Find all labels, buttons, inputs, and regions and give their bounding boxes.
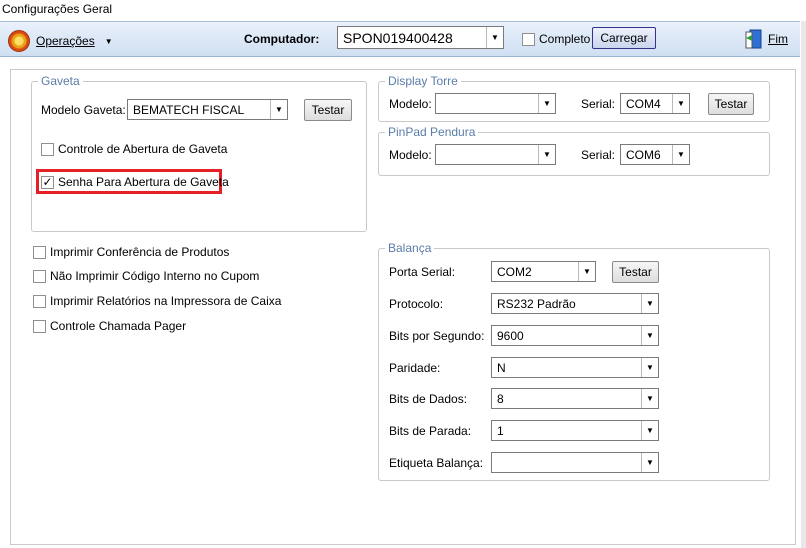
porta-serial-label: Porta Serial: <box>389 265 456 279</box>
balanca-testar-label: Testar <box>619 265 652 279</box>
option-checkbox[interactable] <box>33 269 46 283</box>
completo-checkbox[interactable]: Completo <box>522 32 590 46</box>
computador-label: Computador: <box>244 32 320 46</box>
pinpad-modelo-select[interactable]: ▼ <box>435 144 556 165</box>
modelo-gaveta-select[interactable]: BEMATECH FISCAL ▼ <box>127 99 288 120</box>
pinpad-serial-select[interactable]: COM6 ▼ <box>620 144 690 165</box>
window-title: Configurações Geral <box>2 2 113 16</box>
chevron-down-icon: ▼ <box>104 36 113 46</box>
chevron-down-icon[interactable]: ▼ <box>538 145 555 164</box>
etiqueta-select[interactable]: ▼ <box>491 452 659 473</box>
chevron-down-icon[interactable]: ▼ <box>641 326 658 345</box>
chevron-down-icon[interactable]: ▼ <box>270 100 287 119</box>
balanca-testar-button[interactable]: Testar <box>612 261 659 283</box>
gear-icon <box>8 30 30 52</box>
option-nao-imprimir-codigo[interactable]: Não Imprimir Código Interno no Cupom <box>33 269 259 283</box>
fim-button[interactable]: Fim <box>744 28 788 50</box>
etiqueta-label: Etiqueta Balança: <box>389 456 484 470</box>
option-imprimir-relatorios[interactable]: Imprimir Relatórios na Impressora de Cai… <box>33 294 281 308</box>
option-checkbox[interactable] <box>33 294 46 308</box>
bits-dados-value: 8 <box>497 391 504 406</box>
senha-abertura-box[interactable]: ✓ <box>41 175 54 189</box>
paridade-select[interactable]: N ▼ <box>491 357 659 378</box>
chevron-down-icon[interactable]: ▼ <box>672 145 689 164</box>
display-testar-button[interactable]: Testar <box>708 93 754 115</box>
option-label: Imprimir Relatórios na Impressora de Cai… <box>50 294 282 308</box>
protocolo-label: Protocolo: <box>389 297 444 311</box>
display-serial-label: Serial: <box>581 97 616 111</box>
carregar-label: Carregar <box>600 31 648 45</box>
balanca-legend: Balança <box>385 241 435 255</box>
pinpad-legend: PinPad Pendura <box>385 125 479 139</box>
toolbar: Operações ▼ Computador: SPON019400428 ▼ … <box>0 21 800 57</box>
bits-parada-label: Bits de Parada: <box>389 424 472 438</box>
computador-value: SPON019400428 <box>343 29 453 46</box>
pinpad-serial-value: COM6 <box>626 147 661 162</box>
computador-select[interactable]: SPON019400428 ▼ <box>337 26 504 49</box>
gaveta-group: Gaveta Modelo Gaveta: BEMATECH FISCAL ▼ … <box>31 74 367 232</box>
bits-segundo-select[interactable]: 9600 ▼ <box>491 325 659 346</box>
balanca-group: Balança Porta Serial: COM2 ▼ Testar Prot… <box>378 241 770 481</box>
gaveta-testar-button[interactable]: Testar <box>304 99 352 121</box>
option-imprimir-conferencia[interactable]: Imprimir Conferência de Produtos <box>33 245 229 259</box>
background-window-edge <box>801 21 806 548</box>
paridade-label: Paridade: <box>389 361 441 375</box>
display-serial-select[interactable]: COM4 ▼ <box>620 93 690 114</box>
chevron-down-icon[interactable]: ▼ <box>641 421 658 440</box>
protocolo-select[interactable]: RS232 Padrão ▼ <box>491 293 659 314</box>
exit-door-icon <box>745 29 762 49</box>
chevron-down-icon[interactable]: ▼ <box>486 27 503 48</box>
chevron-down-icon[interactable]: ▼ <box>578 262 595 281</box>
chevron-down-icon[interactable]: ▼ <box>641 358 658 377</box>
pinpad-modelo-label: Modelo: <box>389 148 432 162</box>
bits-segundo-label: Bits por Segundo: <box>389 329 485 343</box>
bits-segundo-value: 9600 <box>497 328 524 343</box>
bits-parada-value: 1 <box>497 423 504 438</box>
completo-label: Completo <box>539 32 591 46</box>
bits-parada-select[interactable]: 1 ▼ <box>491 420 659 441</box>
chevron-down-icon[interactable]: ▼ <box>672 94 689 113</box>
bits-dados-select[interactable]: 8 ▼ <box>491 388 659 409</box>
display-torre-group: Display Torre Modelo: ▼ Serial: COM4 ▼ T… <box>378 74 770 122</box>
fim-label: Fim <box>768 32 788 46</box>
gaveta-testar-label: Testar <box>311 103 345 117</box>
controle-abertura-label: Controle de Abertura de Gaveta <box>58 142 228 156</box>
display-modelo-label: Modelo: <box>389 97 432 111</box>
pinpad-serial-label: Serial: <box>581 148 616 162</box>
option-label: Imprimir Conferência de Produtos <box>50 245 230 259</box>
senha-abertura-label: Senha Para Abertura de Gaveta <box>58 175 229 189</box>
chevron-down-icon[interactable]: ▼ <box>641 389 658 408</box>
display-testar-label: Testar <box>714 97 748 111</box>
senha-abertura-checkbox[interactable]: ✓ Senha Para Abertura de Gaveta <box>41 175 229 189</box>
display-modelo-select[interactable]: ▼ <box>435 93 556 114</box>
controle-abertura-box[interactable] <box>41 142 54 156</box>
chevron-down-icon[interactable]: ▼ <box>538 94 555 113</box>
option-label: Controle Chamada Pager <box>50 319 187 333</box>
porta-serial-value: COM2 <box>497 264 532 279</box>
operacoes-menu[interactable]: Operações ▼ <box>8 30 113 52</box>
option-label: Não Imprimir Código Interno no Cupom <box>50 269 260 283</box>
carregar-button[interactable]: Carregar <box>592 27 656 49</box>
modelo-gaveta-value: BEMATECH FISCAL <box>133 102 245 117</box>
chevron-down-icon[interactable]: ▼ <box>641 453 658 472</box>
controle-abertura-checkbox[interactable]: Controle de Abertura de Gaveta <box>41 142 227 156</box>
modelo-gaveta-label: Modelo Gaveta: <box>41 103 126 117</box>
title-bar: Configurações Geral <box>0 0 806 20</box>
gaveta-legend: Gaveta <box>38 74 83 88</box>
option-checkbox[interactable] <box>33 245 46 259</box>
protocolo-value: RS232 Padrão <box>497 296 576 311</box>
option-controle-pager[interactable]: Controle Chamada Pager <box>33 319 186 333</box>
bits-dados-label: Bits de Dados: <box>389 392 468 406</box>
chevron-down-icon[interactable]: ▼ <box>641 294 658 313</box>
completo-checkbox-box[interactable] <box>522 32 535 46</box>
main-panel: Gaveta Modelo Gaveta: BEMATECH FISCAL ▼ … <box>10 69 796 545</box>
paridade-value: N <box>497 360 506 375</box>
display-torre-legend: Display Torre <box>385 74 461 88</box>
pinpad-group: PinPad Pendura Modelo: ▼ Serial: COM6 ▼ <box>378 125 770 176</box>
display-serial-value: COM4 <box>626 96 661 111</box>
porta-serial-select[interactable]: COM2 ▼ <box>491 261 596 282</box>
option-checkbox[interactable] <box>33 319 46 333</box>
operacoes-label: Operações <box>36 34 95 48</box>
